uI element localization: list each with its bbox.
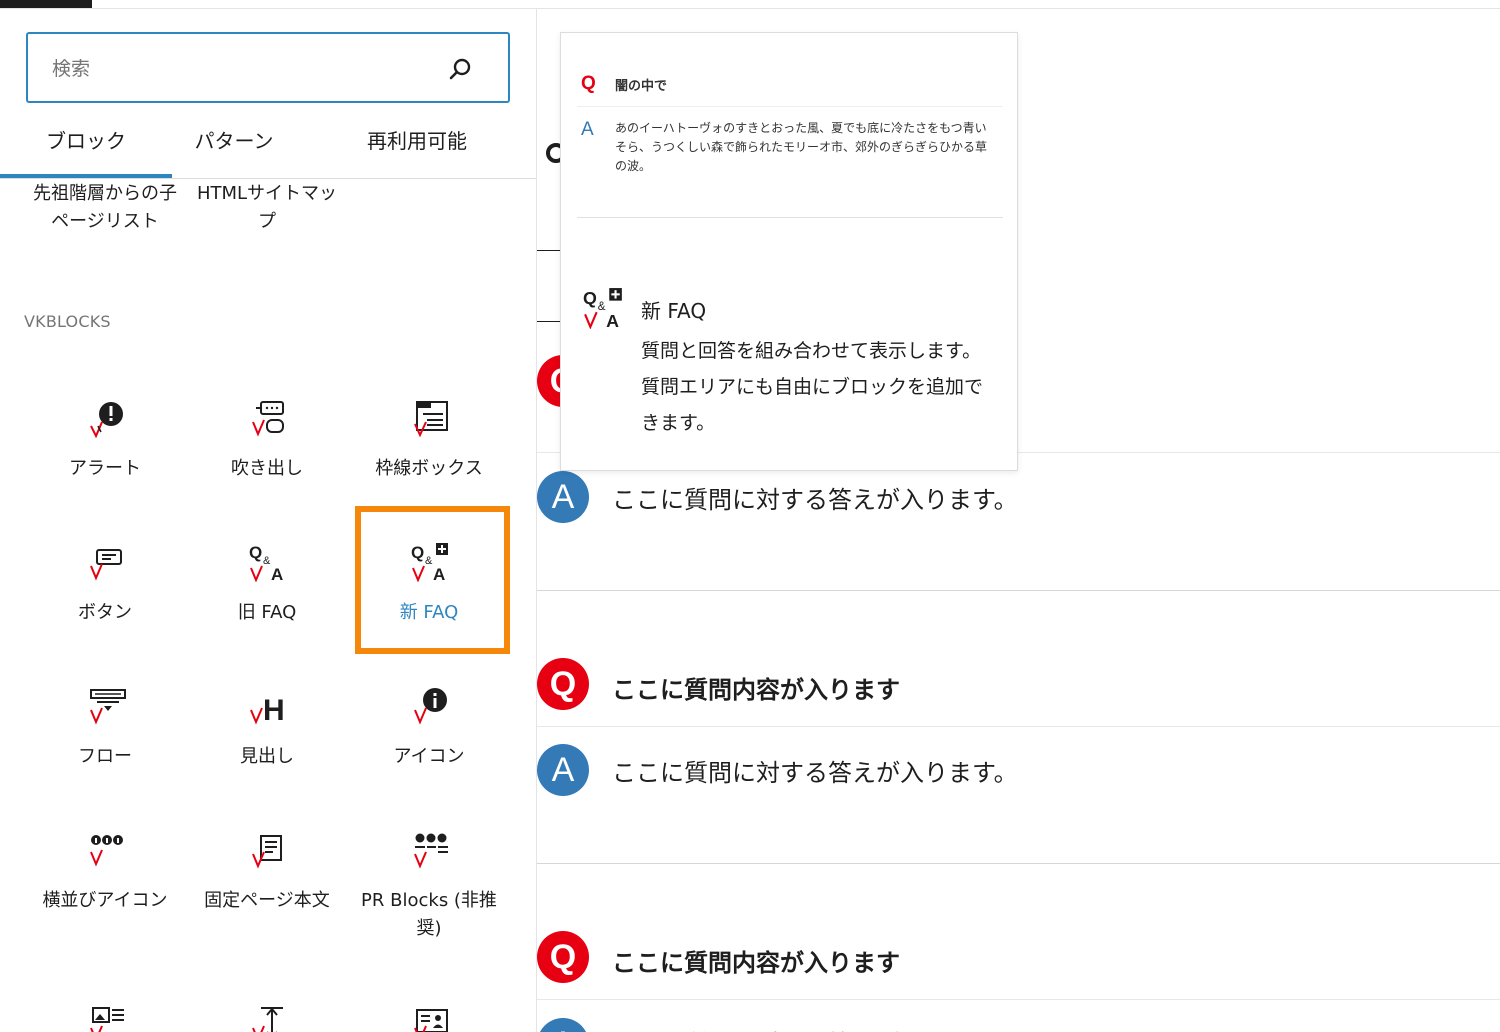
preview-divider [577,106,1003,107]
block-item-balloon[interactable]: 吹き出し [187,382,347,518]
preview-question-mark: Q [581,73,596,94]
search-icon[interactable] [448,56,474,82]
tab-patterns[interactable]: パターン [172,120,296,178]
preview-answer-text: あのイーハトーヴォのすきとおった風、夏でも底に冷たさをもつ青いそら、うつくしい森… [615,121,988,173]
svg-text:A: A [606,311,619,329]
page-content-icon [252,835,282,869]
block-item-border-box[interactable]: 枠線ボックス [349,382,509,518]
preview-answer-mark: A [581,119,594,140]
alert-icon [90,402,123,438]
block-item-button[interactable]: ボタン [25,526,185,662]
pr-blocks-icon [414,833,448,869]
block-ancestor-page-list[interactable]: 先祖階層からの子ページリスト [25,180,185,236]
info-icon [414,688,447,725]
icon-row-icon [90,835,123,867]
block-inserter-panel: ブロック パターン 再利用可能 先祖階層からの子ページリスト HTMLサイトマッ… [0,8,537,1032]
heading-icon: H [250,694,285,726]
new-faq-icon: Q & A [583,288,622,329]
block-label: アラート [69,458,141,479]
inserter-tabs: ブロック パターン 再利用可能 [0,120,536,179]
block-item-heading[interactable]: H 見出し [187,670,347,806]
block-label: PR Blocks (非推奨) [361,890,497,939]
block-item-image-text[interactable] [25,988,185,1032]
svg-text:A: A [271,565,283,582]
svg-text:&: & [598,301,606,313]
answer-badge: A [537,744,589,796]
block-label: 旧 FAQ [237,602,297,623]
new-faq-icon: Q & A [411,543,448,582]
faq-answer-text[interactable]: ここに質問に対する答えが入ります。 [612,753,1018,788]
svg-text:&: & [425,555,433,567]
question-badge: Q [537,658,589,710]
search-box [26,32,510,103]
svg-text:H: H [263,694,285,726]
answer-badge: A [537,471,589,523]
block-item-icon[interactable]: アイコン [349,670,509,806]
preview-block-description: 質問と回答を組み合わせて表示します。質問エリアにも自由にブロックを追加できます。 [641,340,984,434]
block-item-page-content[interactable]: 固定ページ本文 [187,814,347,950]
section-heading-vkblocks: VKBLOCKS [24,312,111,331]
answer-badge: A [537,1018,589,1032]
faq-icon: Q & A [249,543,283,582]
staff-icon [414,1009,448,1032]
image-text-icon [90,1007,124,1032]
tab-blocks[interactable]: ブロック [0,120,172,178]
border-box-icon [414,401,448,438]
preview-separator [577,217,1003,218]
block-label: 固定ページ本文 [204,890,330,911]
flow-icon [90,689,126,725]
faq-answer-text[interactable]: ここに質問に対する答えが入ります。 [612,1024,1018,1032]
tab-reusable[interactable]: 再利用可能 [336,120,498,178]
preview-question-text: 闇の中で [615,79,668,94]
block-item-staff[interactable] [349,988,509,1032]
block-label: 枠線ボックス [375,458,483,479]
block-label: 横並びアイコン [42,890,168,911]
block-item-spacer[interactable] [187,988,347,1032]
search-input[interactable] [50,52,434,86]
block-label: 見出し [240,746,294,767]
block-item-pr-blocks[interactable]: PR Blocks (非推奨) [349,814,509,950]
faq-separator [537,590,1500,591]
block-label: 新 FAQ [399,602,459,623]
question-badge: Q [537,931,589,983]
button-icon [90,549,122,581]
faq-question-text[interactable]: ここに質問内容が入ります [612,943,900,978]
svg-text:Q: Q [411,543,424,562]
faq-divider [537,999,1500,1000]
svg-text:Q: Q [249,543,262,562]
block-item-flow[interactable]: フロー [25,670,185,806]
svg-text:&: & [263,555,271,567]
block-item-faq[interactable]: Q & A 旧 FAQ [187,526,347,662]
faq-divider [537,726,1500,727]
balloon-icon [252,401,284,437]
block-label: 吹き出し [231,458,303,479]
block-item-alert[interactable]: アラート [25,382,185,518]
block-item-new-faq[interactable]: Q & A 新 FAQ [349,526,509,662]
faq-answer-text[interactable]: ここに質問に対する答えが入ります。 [612,480,1018,515]
block-label: アイコン [393,746,465,767]
faq-separator [537,863,1500,864]
block-preview-popover: Q 闇の中で A あのイーハトーヴォのすきとおった風、夏でも底に冷たさをもつ青い… [560,32,1018,471]
faq-question-text[interactable]: ここに質問内容が入ります [612,670,900,705]
svg-text:A: A [433,565,445,582]
block-label: ボタン [78,602,132,623]
block-label: フロー [78,746,132,767]
svg-text:Q: Q [583,288,597,308]
preview-block-title: 新 FAQ [641,299,707,323]
toolbar-active-indicator [0,0,92,8]
spacer-icon [252,1007,283,1032]
block-item-icon-row[interactable]: 横並びアイコン [25,814,185,950]
block-html-sitemap[interactable]: HTMLサイトマップ [187,180,347,236]
